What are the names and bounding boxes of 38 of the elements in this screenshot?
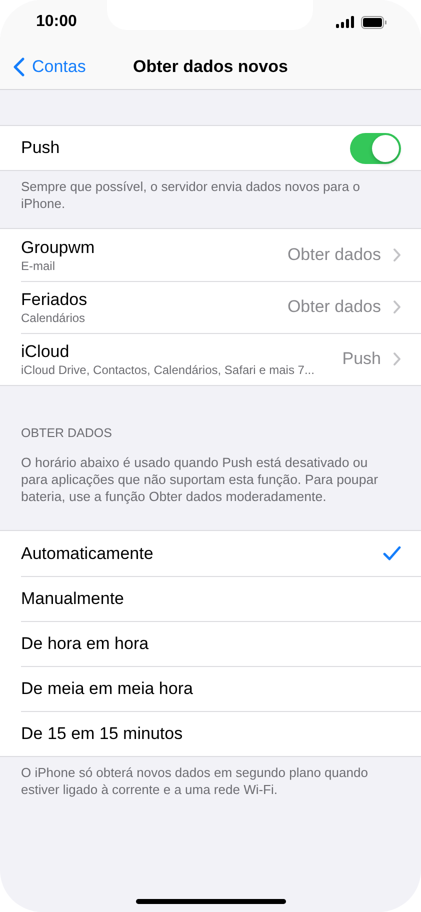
account-type: E-mail (21, 258, 56, 272)
account-name: iCloud (21, 342, 70, 362)
section-header: OBTER DADOS (20, 425, 113, 440)
account-row[interactable]: iCloud iCloud Drive, Contactos, Calendários, Safari e mais 7... Push (0, 333, 421, 385)
battery-icon (361, 16, 387, 28)
option-label: De hora em hora (21, 634, 149, 654)
account-type: iCloud Drive, Contactos, Calendários, Safari e mais 7... (21, 362, 316, 376)
chevron-right-icon (393, 352, 401, 366)
option-row[interactable]: Automaticamente (0, 531, 421, 576)
account-type: Calendários (21, 310, 86, 324)
fetch-mode: Push (342, 349, 381, 369)
chevron-right-icon (393, 248, 401, 262)
option-label: De meia em meia hora (21, 678, 193, 698)
push-toggle[interactable] (350, 132, 401, 164)
option-label: De 15 em 15 minutos (21, 724, 183, 744)
option-label: Automaticamente (21, 544, 154, 564)
page-title: Obter dados novos (133, 56, 288, 76)
back-button[interactable]: Contas (0, 56, 86, 76)
chevron-left-icon (13, 56, 25, 76)
account-name: Feriados (21, 290, 88, 310)
option-row[interactable]: De hora em hora (0, 621, 421, 666)
footer-note: O iPhone só obterá novos dados em segundo plano quando estiver ligado à corrente e a uma rede Wi-Fi. (20, 764, 369, 799)
push-label: Push (21, 138, 60, 158)
checkmark-icon (383, 546, 401, 561)
status-time: 10:00 (36, 13, 77, 31)
account-row[interactable]: Feriados Calendários Obter dados (0, 281, 421, 333)
section-description: O horário abaixo é usado quando Push está desativado ou para aplicações que não suportam esta função. Para poupar bateria, use a função Obter dados moderadamente. (20, 454, 380, 506)
option-label: Manualmente (21, 588, 124, 608)
option-row[interactable]: De 15 em 15 minutos (0, 711, 421, 756)
chevron-right-icon (393, 300, 401, 314)
fetch-mode: Obter dados (287, 245, 381, 265)
account-name: Groupwm (21, 238, 96, 258)
option-row[interactable]: De meia em meia hora (0, 666, 421, 711)
account-row[interactable]: Groupwm E-mail Obter dados (0, 229, 421, 281)
signal-icon (336, 16, 355, 28)
push-footnote: Sempre que possível, o servidor envia dados novos para o iPhone. (20, 178, 361, 213)
option-row[interactable]: Manualmente (0, 576, 421, 621)
fetch-mode: Obter dados (287, 297, 381, 317)
